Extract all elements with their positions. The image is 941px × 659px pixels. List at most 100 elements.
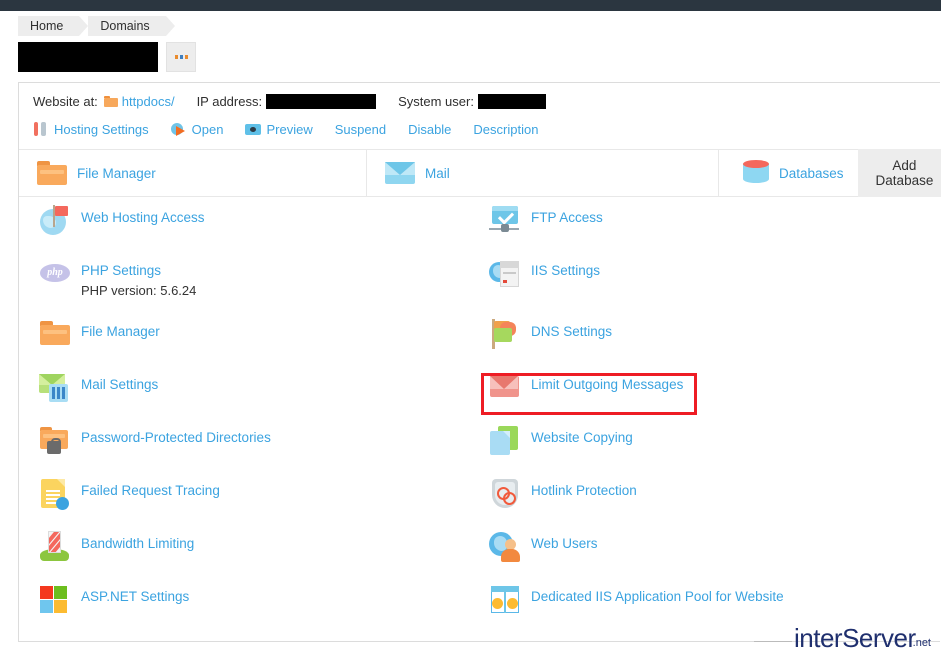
service-tab-strip: File Manager Mail Databases Add Database: [19, 149, 939, 197]
tab-label[interactable]: Databases: [779, 166, 844, 181]
open-external-icon: [171, 121, 187, 137]
shield-link-icon: [489, 476, 523, 510]
feature-web-users[interactable]: Web Users: [489, 529, 598, 563]
breadcrumb-item-domains[interactable]: Domains: [88, 16, 165, 36]
feature-label[interactable]: Hotlink Protection: [531, 483, 637, 498]
watermark-name: interServer: [794, 625, 916, 651]
feature-limit-outgoing-messages[interactable]: Limit Outgoing Messages: [489, 370, 683, 404]
preview-monitor-icon: [245, 121, 261, 137]
breadcrumb: Home Domains: [18, 16, 175, 36]
domain-header-row: [18, 42, 196, 72]
tab-file-manager[interactable]: File Manager: [19, 150, 367, 196]
domain-name-redacted: [18, 42, 158, 72]
action-label[interactable]: Hosting Settings: [54, 122, 149, 137]
php-icon: php: [39, 256, 73, 290]
feature-label[interactable]: FTP Access: [531, 210, 603, 225]
action-label[interactable]: Suspend: [335, 122, 386, 137]
website-at-label: Website at:: [33, 94, 98, 109]
microsoft-squares-icon: [39, 582, 73, 616]
feature-label[interactable]: DNS Settings: [531, 324, 612, 339]
feature-label[interactable]: ASP.NET Settings: [81, 589, 189, 604]
document-log-icon: [39, 476, 73, 510]
mail-settings-icon: [39, 370, 73, 404]
feature-php-settings[interactable]: php PHP Settings PHP version: 5.6.24: [39, 256, 196, 299]
system-user-label: System user:: [398, 94, 474, 109]
folder-icon: [104, 96, 118, 107]
feature-aspnet-settings[interactable]: ASP.NET Settings: [39, 582, 189, 616]
locked-folder-icon: [39, 423, 73, 457]
more-actions-button[interactable]: [166, 42, 196, 72]
top-app-bar: [0, 0, 941, 11]
feature-dedicated-iis-app-pool[interactable]: Dedicated IIS Application Pool for Websi…: [489, 582, 784, 616]
feature-website-copying[interactable]: Website Copying: [489, 423, 633, 457]
feature-ftp-access[interactable]: FTP Access: [489, 203, 603, 237]
feature-label[interactable]: IIS Settings: [531, 263, 600, 278]
feature-iis-settings[interactable]: IIS Settings: [489, 256, 600, 290]
action-open[interactable]: Open: [171, 121, 224, 137]
breadcrumb-label: Domains: [100, 19, 149, 33]
breadcrumb-item-home[interactable]: Home: [18, 16, 79, 36]
folder-icon: [39, 317, 73, 351]
php-version-text: PHP version: 5.6.24: [81, 283, 196, 299]
copy-pages-icon: [489, 423, 523, 457]
feature-label[interactable]: Mail Settings: [81, 377, 158, 392]
globe-flag-icon: [39, 203, 73, 237]
action-preview[interactable]: Preview: [245, 121, 312, 137]
globe-user-icon: [489, 529, 523, 563]
dot-icon: [180, 55, 183, 59]
feature-label[interactable]: Failed Request Tracing: [81, 483, 220, 498]
barrier-icon: [39, 529, 73, 563]
feature-file-manager[interactable]: File Manager: [39, 317, 160, 351]
watermark-rule: [754, 641, 792, 642]
feature-web-hosting-access[interactable]: Web Hosting Access: [39, 203, 205, 237]
action-label[interactable]: Disable: [408, 122, 451, 137]
action-label[interactable]: Description: [473, 122, 538, 137]
action-label[interactable]: Preview: [266, 122, 312, 137]
add-database-button[interactable]: Add Database: [858, 149, 941, 197]
dot-icon: [175, 55, 178, 59]
dns-flags-icon: [489, 317, 523, 351]
feature-label[interactable]: Bandwidth Limiting: [81, 536, 194, 551]
feature-bandwidth-limiting[interactable]: Bandwidth Limiting: [39, 529, 194, 563]
app-pool-icon: [489, 582, 523, 616]
ip-address-redacted: [266, 94, 376, 109]
feature-label[interactable]: Password-Protected Directories: [81, 430, 271, 445]
httpdocs-link[interactable]: httpdocs/: [122, 94, 175, 109]
action-description[interactable]: Description: [473, 122, 538, 137]
feature-failed-request-tracing[interactable]: Failed Request Tracing: [39, 476, 220, 510]
feature-label[interactable]: Web Users: [531, 536, 598, 551]
tab-label[interactable]: Mail: [425, 166, 450, 181]
feature-dns-settings[interactable]: DNS Settings: [489, 317, 612, 351]
site-actions-row: Hosting Settings Open Preview Suspend Di…: [33, 121, 560, 137]
breadcrumb-label: Home: [30, 19, 63, 33]
ftp-icon: [489, 203, 523, 237]
system-user-redacted: [478, 94, 546, 109]
tab-mail[interactable]: Mail: [367, 150, 719, 196]
feature-hotlink-protection[interactable]: Hotlink Protection: [489, 476, 637, 510]
action-hosting-settings[interactable]: Hosting Settings: [33, 121, 149, 137]
feature-label[interactable]: File Manager: [81, 324, 160, 339]
iis-server-icon: [489, 256, 523, 290]
feature-password-protected-directories[interactable]: Password-Protected Directories: [39, 423, 271, 457]
tools-icon: [33, 121, 49, 137]
ip-address-label: IP address:: [197, 94, 263, 109]
tab-databases[interactable]: Databases Add Database: [719, 150, 939, 196]
watermark-suffix: .net: [913, 637, 931, 649]
feature-label[interactable]: Website Copying: [531, 430, 633, 445]
feature-label[interactable]: Web Hosting Access: [81, 210, 205, 225]
dot-icon: [185, 55, 188, 59]
feature-label[interactable]: Dedicated IIS Application Pool for Websi…: [531, 589, 784, 604]
feature-mail-settings[interactable]: Mail Settings: [39, 370, 158, 404]
action-suspend[interactable]: Suspend: [335, 122, 386, 137]
feature-label[interactable]: Limit Outgoing Messages: [531, 377, 683, 392]
database-icon: [743, 160, 769, 186]
tab-label[interactable]: File Manager: [77, 166, 156, 181]
interserver-watermark: interServer .net: [754, 625, 931, 651]
domain-overview-panel: Website at: httpdocs/ IP address: System…: [18, 82, 940, 642]
red-envelope-icon: [489, 370, 523, 404]
site-info-line: Website at: httpdocs/ IP address: System…: [33, 94, 546, 109]
envelope-icon: [385, 162, 415, 184]
action-disable[interactable]: Disable: [408, 122, 451, 137]
action-label[interactable]: Open: [192, 122, 224, 137]
feature-label[interactable]: PHP Settings: [81, 263, 161, 278]
